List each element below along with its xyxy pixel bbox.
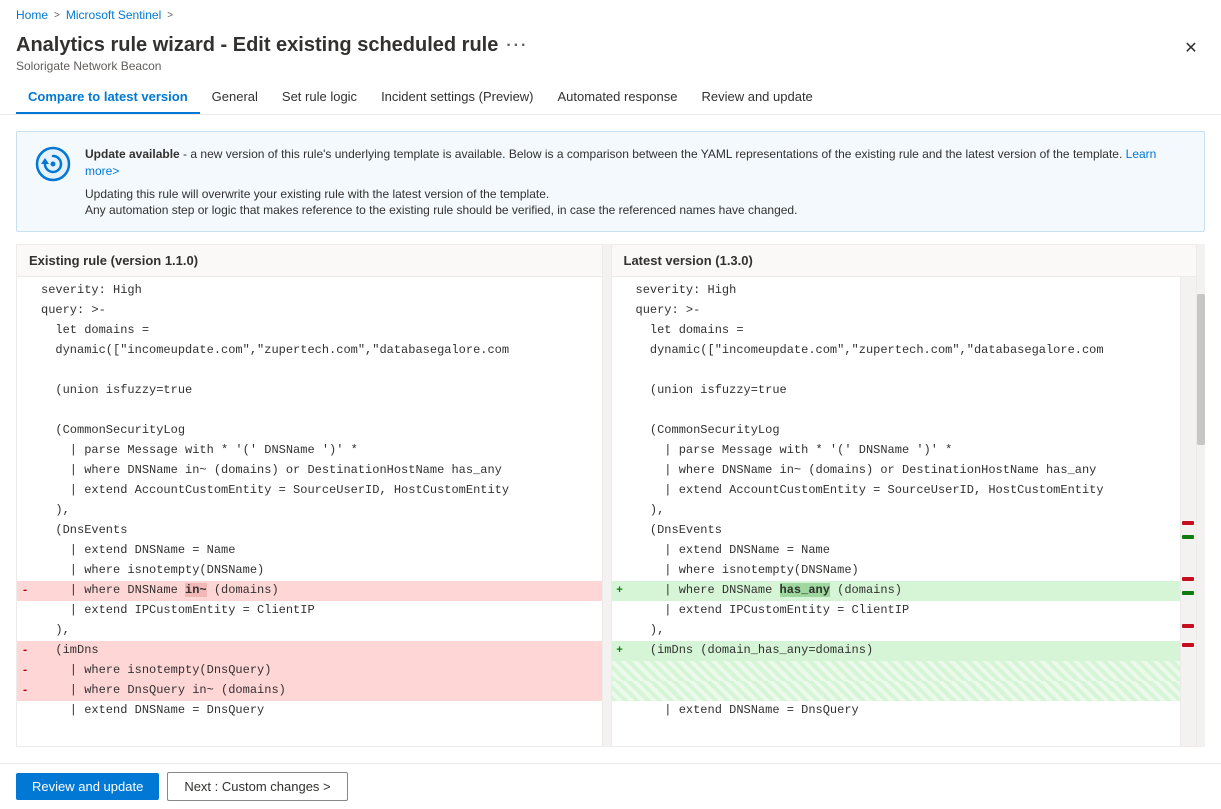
code-line: (CommonSecurityLog xyxy=(17,421,602,441)
code-line: dynamic(["incomeupdate.com","zupertech.c… xyxy=(17,341,602,361)
code-line: | where isnotempty(DNSName) xyxy=(17,561,602,581)
scrollbar-thumb[interactable] xyxy=(1197,294,1205,445)
code-left: severity: High query: >- let domains = d… xyxy=(17,277,602,725)
banner-text: Update available - a new version of this… xyxy=(85,144,1188,219)
code-line: let domains = xyxy=(612,321,1181,341)
minimap-marker-add2 xyxy=(1182,591,1194,595)
code-line xyxy=(17,401,602,421)
close-button[interactable]: ✕ xyxy=(1177,34,1205,62)
code-line: | extend AccountCustomEntity = SourceUse… xyxy=(17,481,602,501)
code-line: (CommonSecurityLog xyxy=(612,421,1181,441)
main-window: Home > Microsoft Sentinel > Analytics ru… xyxy=(0,0,1221,809)
banner-note: Updating this rule will overwrite your e… xyxy=(85,186,1188,220)
code-line: query: >- xyxy=(612,301,1181,321)
code-line: ), xyxy=(612,501,1181,521)
banner-title: Update available xyxy=(85,147,180,161)
scrollbar-track[interactable] xyxy=(1197,244,1205,747)
diff-right-body[interactable]: severity: High query: >- let domains = d… xyxy=(612,277,1197,746)
code-line: | extend AccountCustomEntity = SourceUse… xyxy=(612,481,1181,501)
code-line: (DnsEvents xyxy=(612,521,1181,541)
tab-automated[interactable]: Automated response xyxy=(546,81,690,114)
code-line xyxy=(612,361,1181,381)
minimap-marker-add xyxy=(1182,535,1194,539)
review-update-button[interactable]: Review and update xyxy=(16,773,159,800)
update-banner: Update available - a new version of this… xyxy=(16,131,1205,232)
code-line: | extend IPCustomEntity = ClientIP xyxy=(612,601,1181,621)
tab-setrulelogic[interactable]: Set rule logic xyxy=(270,81,369,114)
code-line: | parse Message with * '(' DNSName ')' * xyxy=(17,441,602,461)
breadcrumb-sep1: > xyxy=(54,10,60,21)
diff-panel-left: Existing rule (version 1.1.0) severity: … xyxy=(16,244,603,747)
title-dots[interactable]: ··· xyxy=(506,37,528,55)
code-line-deleted: - | where DnsQuery in~ (domains) xyxy=(17,681,602,701)
code-line: | where DNSName in~ (domains) or Destina… xyxy=(612,461,1181,481)
header-left: Analytics rule wizard - Edit existing sc… xyxy=(16,34,528,73)
code-line xyxy=(17,361,602,381)
code-line: | where DNSName in~ (domains) or Destina… xyxy=(17,461,602,481)
tab-review[interactable]: Review and update xyxy=(689,81,824,114)
code-line: query: >- xyxy=(17,301,602,321)
update-icon xyxy=(33,144,73,184)
code-line: | parse Message with * '(' DNSName ')' * xyxy=(612,441,1181,461)
code-line: | extend DNSName = DnsQuery xyxy=(612,701,1181,721)
header: Analytics rule wizard - Edit existing sc… xyxy=(0,30,1221,81)
tab-incident[interactable]: Incident settings (Preview) xyxy=(369,81,545,114)
code-line: (union isfuzzy=true xyxy=(612,381,1181,401)
diff-left-body[interactable]: severity: High query: >- let domains = d… xyxy=(17,277,602,746)
code-line: let domains = xyxy=(17,321,602,341)
minimap-marker-del xyxy=(1182,521,1194,525)
next-custom-changes-button[interactable]: Next : Custom changes > xyxy=(167,772,347,801)
banner-note1: Updating this rule will overwrite your e… xyxy=(85,187,549,201)
banner-description: Update available - a new version of this… xyxy=(85,146,1188,180)
code-line: ), xyxy=(612,621,1181,641)
breadcrumb: Home > Microsoft Sentinel > xyxy=(0,0,1221,30)
bottom-bar: Review and update Next : Custom changes … xyxy=(0,763,1221,809)
tab-compare[interactable]: Compare to latest version xyxy=(16,81,200,114)
code-line: dynamic(["incomeupdate.com","zupertech.c… xyxy=(612,341,1181,361)
page-subtitle: Solorigate Network Beacon xyxy=(16,59,528,73)
minimap-marker-del4 xyxy=(1182,643,1194,647)
diff-separator xyxy=(603,244,611,747)
diff-container: Existing rule (version 1.1.0) severity: … xyxy=(16,244,1205,747)
code-line: ), xyxy=(17,621,602,641)
banner-desc1: - a new version of this rule's underlyin… xyxy=(180,147,1123,161)
breadcrumb-sentinel[interactable]: Microsoft Sentinel xyxy=(66,8,161,22)
code-line-striped xyxy=(612,681,1181,701)
code-line: severity: High xyxy=(612,281,1181,301)
code-line-deleted: - | where DNSName in~ (domains) xyxy=(17,581,602,601)
code-line: | extend IPCustomEntity = ClientIP xyxy=(17,601,602,621)
code-line: ), xyxy=(17,501,602,521)
code-line-added: + | where DNSName has_any (domains) xyxy=(612,581,1181,601)
breadcrumb-sep2: > xyxy=(167,10,173,21)
code-line: | extend DNSName = Name xyxy=(17,541,602,561)
diff-panel-right: Latest version (1.3.0) severity: High qu… xyxy=(611,244,1198,747)
tab-general[interactable]: General xyxy=(200,81,270,114)
code-line-added: + (imDns (domain_has_any=domains) xyxy=(612,641,1181,661)
code-line xyxy=(612,401,1181,421)
code-line-deleted: - | where isnotempty(DnsQuery) xyxy=(17,661,602,681)
code-line-deleted: - (imDns xyxy=(17,641,602,661)
code-line: | where isnotempty(DNSName) xyxy=(612,561,1181,581)
code-line: (union isfuzzy=true xyxy=(17,381,602,401)
breadcrumb-home[interactable]: Home xyxy=(16,8,48,22)
diff-right-title: Latest version (1.3.0) xyxy=(612,245,1197,277)
tab-bar: Compare to latest version General Set ru… xyxy=(0,81,1221,115)
minimap-marker-del3 xyxy=(1182,624,1194,628)
banner-note2: Any automation step or logic that makes … xyxy=(85,203,797,217)
code-line: (DnsEvents xyxy=(17,521,602,541)
code-line: | extend DNSName = DnsQuery xyxy=(17,701,602,721)
page-title: Analytics rule wizard - Edit existing sc… xyxy=(16,34,528,57)
code-right: severity: High query: >- let domains = d… xyxy=(612,277,1181,746)
code-line: | extend DNSName = Name xyxy=(612,541,1181,561)
diff-left-title: Existing rule (version 1.1.0) xyxy=(17,245,602,277)
minimap xyxy=(1180,277,1196,746)
code-line-striped xyxy=(612,661,1181,681)
minimap-marker-del2 xyxy=(1182,577,1194,581)
code-line: severity: High xyxy=(17,281,602,301)
title-text: Analytics rule wizard - Edit existing sc… xyxy=(16,34,498,57)
content-area: Update available - a new version of this… xyxy=(0,115,1221,763)
